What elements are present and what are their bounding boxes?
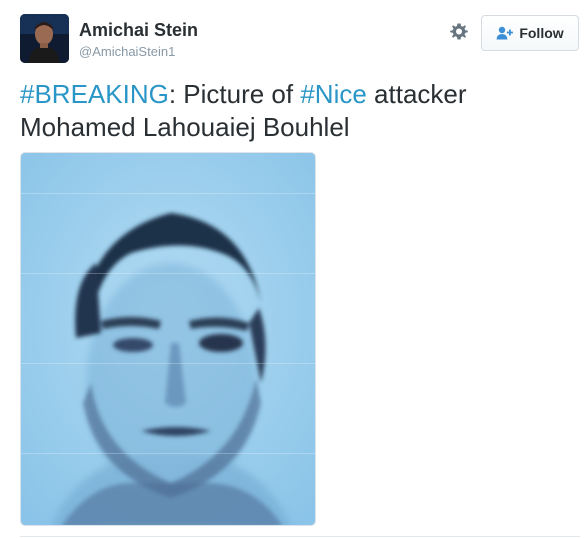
- tweet-card: Amichai Stein @AmichaiStein1 Follow #BRE…: [0, 0, 584, 538]
- hashtag-breaking[interactable]: #BREAKING: [20, 79, 169, 109]
- tweet-photo[interactable]: [20, 152, 316, 526]
- hashtag-nice[interactable]: #Nice: [300, 79, 366, 109]
- divider: [20, 536, 580, 537]
- follow-button[interactable]: Follow: [481, 15, 579, 51]
- person-add-icon: [496, 26, 514, 40]
- user-info: Amichai Stein @AmichaiStein1: [79, 19, 198, 61]
- tweet-text: #BREAKING: Picture of #Nice attacker Moh…: [20, 78, 570, 144]
- user-handle[interactable]: @AmichaiStein1: [79, 43, 198, 61]
- tweet-text-part-1: : Picture of: [168, 79, 301, 109]
- follow-label: Follow: [519, 25, 564, 41]
- avatar[interactable]: [20, 14, 69, 63]
- avatar-photo: [20, 14, 69, 63]
- gear-icon[interactable]: [449, 22, 469, 42]
- photo-image: [21, 153, 315, 525]
- display-name[interactable]: Amichai Stein: [79, 19, 198, 41]
